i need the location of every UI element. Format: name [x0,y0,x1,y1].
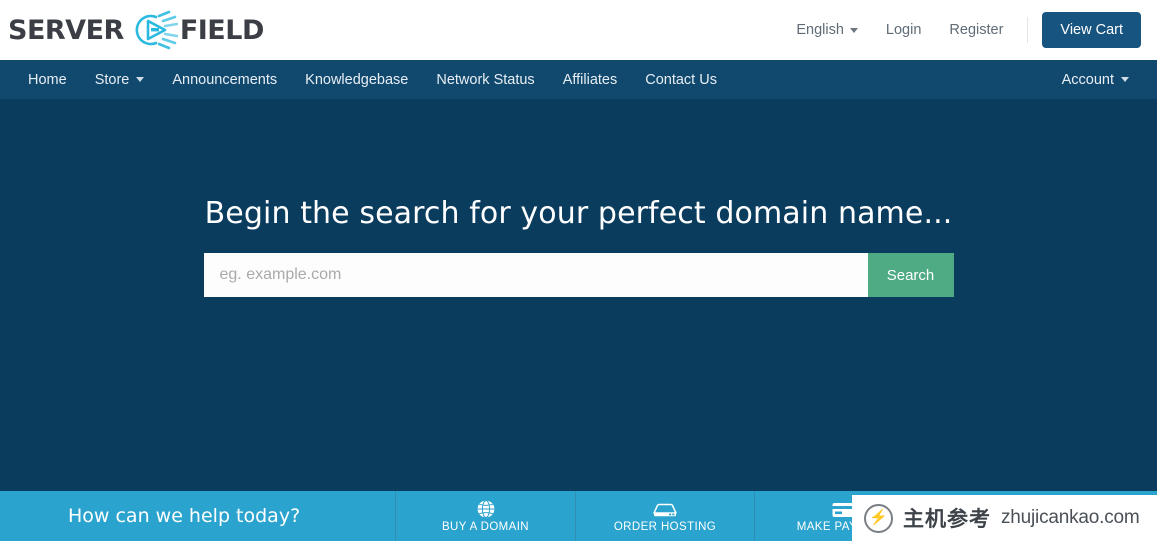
globe-icon [476,499,496,519]
server-icon-svg [653,503,677,517]
chevron-down-icon [1121,77,1129,82]
nav-item-affiliates[interactable]: Affiliates [549,60,632,99]
domain-search-input[interactable] [203,253,868,297]
nav-label: Announcements [172,71,278,88]
nav-label: Store [94,71,130,88]
nav-item-knowledgebase[interactable]: Knowledgebase [291,60,422,99]
logo-word-server: SERVER [8,14,124,46]
header-divider [1027,17,1029,43]
help-action-buy-a-domain[interactable]: BUY A DOMAIN [395,491,575,541]
server-field-logo-mark [126,10,179,50]
server-icon [652,499,678,519]
top-header: SERVER FIELD English Login Register View… [0,0,1157,60]
register-link[interactable]: Register [935,16,1017,44]
logo-mark-svg [135,10,179,50]
language-selector[interactable]: English [782,16,872,44]
watermark-overlay-cn-text: 主机参考 [903,507,991,531]
nav-label: Home [28,71,67,88]
nav-label: Account [1061,71,1114,88]
help-action-label: BUY A DOMAIN [441,521,530,533]
page-root: ⚡ 主机参考ZHUJICANKAO.COM ⚡ 主机参考ZHUJICANKAO.… [0,0,1157,541]
watermark-overlay-domain-text: zhujicankao.com [1001,507,1140,528]
globe-icon-svg [477,500,494,518]
nav-item-home[interactable]: Home [14,60,81,99]
top-right-nav: English Login Register View Cart [782,10,1141,50]
nav-item-announcements[interactable]: Announcements [158,60,291,99]
navbar-right-group: Account [1048,60,1143,99]
language-label: English [796,22,844,38]
nav-label: Network Status [436,71,535,88]
chevron-down-icon [136,77,145,82]
domain-search-button[interactable]: Search [867,253,954,297]
hero-title: Begin the search for your perfect domain… [204,196,953,231]
logo-word-field: FIELD [179,14,265,46]
watermark-overlay-ring-icon: ⚡ [864,503,893,533]
hero-section: Begin the search for your perfect domain… [0,99,1157,491]
nav-label: Contact Us [645,71,717,88]
help-bar-title: How can we help today? [68,505,301,527]
view-cart-button[interactable]: View Cart [1042,12,1141,48]
help-action-label: ORDER HOSTING [613,521,717,533]
watermark-overlay-bolt-icon: ⚡ [869,508,888,526]
nav-item-network-status[interactable]: Network Status [422,60,548,99]
site-logo[interactable]: SERVER FIELD [8,10,264,50]
nav-item-contact-us[interactable]: Contact Us [631,60,731,99]
nav-label: Knowledgebase [305,71,409,88]
watermark-overlay-badge: ⚡ 主机参考 zhujicankao.com [852,495,1157,541]
nav-item-store[interactable]: Store [81,60,159,99]
main-navbar: Home Store Announcements Knowledgebase N… [0,60,1157,99]
nav-label: Affiliates [562,71,618,88]
nav-item-account[interactable]: Account [1048,60,1143,99]
domain-search-form: Search [203,253,954,297]
chevron-down-icon [849,27,858,33]
help-action-order-hosting[interactable]: ORDER HOSTING [575,491,754,541]
login-link[interactable]: Login [872,16,935,44]
